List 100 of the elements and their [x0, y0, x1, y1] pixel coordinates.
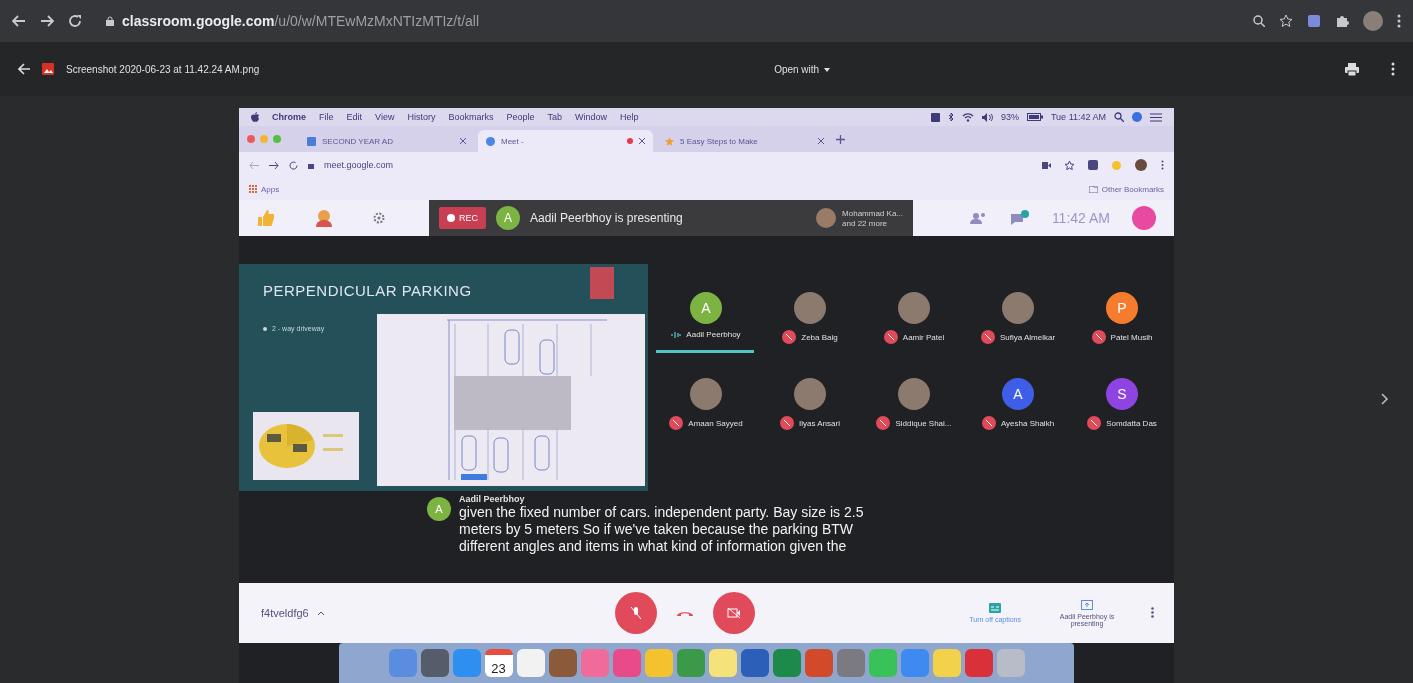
bookmark-link[interactable]: Other Bookmarks [1101, 184, 1164, 194]
participant-count: and 22 more [842, 218, 888, 228]
muted-mic-icon [630, 606, 642, 620]
app-icon[interactable] [772, 649, 801, 677]
menu-item[interactable]: History [407, 112, 436, 122]
wifi-icon [961, 112, 974, 122]
apple-logo-icon [251, 112, 259, 122]
app-icon[interactable] [964, 649, 993, 677]
bookmark-link[interactable]: Apps [261, 184, 280, 194]
record-dot-icon [447, 214, 455, 222]
participant-name: Amaan Sayyed [688, 418, 743, 428]
participant-avatar: P [1106, 292, 1138, 324]
app-icon[interactable] [836, 649, 865, 677]
volume-icon [981, 112, 993, 122]
apps-grid-icon[interactable] [249, 185, 257, 193]
menu-list-icon[interactable] [1150, 112, 1162, 122]
participant-name: Somdatta Das [1106, 418, 1157, 428]
camera-icon[interactable] [1042, 161, 1051, 169]
forward-arrow-icon[interactable] [269, 160, 279, 170]
calendar-app-icon[interactable]: 23 [484, 649, 513, 677]
profile-avatar-icon[interactable] [1135, 159, 1147, 171]
more-menu-icon[interactable] [1397, 14, 1401, 28]
zoom-icon[interactable] [1253, 15, 1265, 27]
url-text: classroom.google.com/u/0/w/MTEwMzMxNTIzMTIz/t/all [122, 13, 480, 29]
browser-tab[interactable]: SECOND YEAR AD [299, 130, 474, 152]
browser-tab[interactable]: 5 Easy Steps to Make [657, 130, 832, 152]
reload-icon[interactable] [289, 160, 298, 170]
menu-item[interactable]: Window [575, 112, 607, 122]
close-icon[interactable] [818, 138, 824, 144]
new-tab-icon[interactable] [836, 134, 845, 144]
extension-square-icon[interactable] [1088, 160, 1098, 170]
browser-tab[interactable]: Meet - [478, 130, 653, 152]
photo-placeholder [898, 378, 930, 410]
participant-name: Sufiya Almelkar [999, 332, 1056, 342]
presenter-avatar: A [496, 206, 520, 230]
star-icon[interactable] [1065, 160, 1074, 170]
recording-button[interactable]: REC [439, 207, 486, 229]
app-icon[interactable] [548, 649, 577, 677]
participant-name: Aamir Patel [902, 332, 945, 342]
url-text[interactable]: meet.google.com [324, 160, 394, 170]
open-with-button[interactable]: Open with [770, 61, 835, 77]
caption-text: different angles and items in what kind of information given the [459, 538, 848, 555]
photo-placeholder [794, 292, 826, 324]
menu-item[interactable]: Edit [346, 112, 363, 122]
speaker-avatar: A [427, 497, 451, 521]
more-menu-icon [1151, 606, 1154, 618]
participant-name: Zeba Baig [801, 332, 838, 342]
participant-name: Mohammad Ka... [842, 208, 903, 218]
close-icon[interactable] [460, 138, 466, 144]
tab-favicon-icon [486, 136, 495, 146]
app-icon[interactable] [420, 649, 449, 677]
more-menu-icon[interactable] [1161, 160, 1164, 170]
participant-name: Ilyas Ansari [799, 418, 840, 428]
siri-icon[interactable] [1132, 112, 1142, 122]
mute-button[interactable] [615, 592, 657, 634]
menu-bar-clock: Tue 11:42 AM [1050, 112, 1106, 122]
menu-item[interactable]: People [506, 112, 535, 122]
thumbs-up-icon[interactable] [257, 209, 275, 227]
menu-item[interactable]: File [319, 112, 334, 122]
puzzle-icon[interactable] [1335, 14, 1349, 28]
print-icon[interactable] [1345, 62, 1359, 76]
person-emoji-icon[interactable] [315, 209, 333, 227]
app-icon[interactable] [516, 649, 545, 677]
chevron-up-icon [316, 610, 325, 616]
menu-app-name[interactable]: Chrome [272, 112, 306, 122]
image-file-icon [42, 63, 54, 75]
menu-item[interactable]: Help [620, 112, 639, 122]
app-icon[interactable] [804, 649, 833, 677]
presenting-text: Aadil Peerbhoy is presenting [530, 211, 684, 225]
more-menu-icon[interactable] [1391, 62, 1395, 76]
participant-name: Aadil Peerbhoy [686, 330, 741, 339]
photo-placeholder [690, 378, 722, 410]
menu-item[interactable]: View [375, 112, 395, 122]
participant-name: Ayesha Shaikh [1000, 418, 1055, 428]
camera-off-button[interactable] [713, 592, 755, 634]
participant-avatar: A [690, 292, 722, 324]
search-icon[interactable] [1114, 112, 1124, 122]
file-name: Screenshot 2020-06-23 at 11.42.24 AM.png [66, 63, 260, 75]
present-screen-icon [1081, 599, 1093, 610]
menu-item[interactable]: Tab [547, 112, 562, 122]
meeting-details-button[interactable]: f4tveldfg6 [255, 606, 615, 620]
menu-item[interactable]: Bookmarks [448, 112, 494, 122]
captions-icon [989, 603, 1002, 613]
profile-avatar-icon[interactable] [1363, 11, 1383, 31]
chat-icon[interactable] [1009, 210, 1030, 226]
extension-square-icon[interactable] [1307, 14, 1321, 28]
participant-avatar: S [1106, 378, 1138, 410]
extension-dot-icon[interactable] [1112, 160, 1121, 170]
app-icon[interactable] [708, 649, 737, 677]
profile-avatar[interactable] [1132, 206, 1156, 230]
tab-favicon-icon [665, 136, 674, 146]
people-icon[interactable] [969, 212, 988, 224]
close-icon[interactable] [639, 138, 645, 144]
settings-icon[interactable] [373, 212, 385, 224]
app-icon[interactable] [740, 649, 769, 677]
back-arrow-icon[interactable] [12, 14, 26, 28]
lock-icon [308, 161, 314, 169]
participant-name: Patel Musih [1110, 332, 1153, 342]
folder-icon[interactable] [1088, 185, 1098, 193]
photo-placeholder [1002, 292, 1034, 324]
